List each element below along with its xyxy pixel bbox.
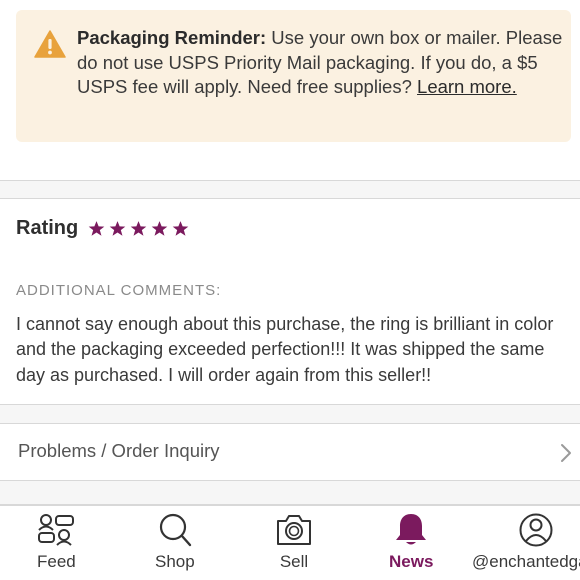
order-inquiry-label: Problems / Order Inquiry: [18, 440, 220, 461]
star-icon: [88, 220, 105, 236]
feed-icon: [38, 514, 75, 546]
star-icon: [130, 220, 147, 236]
tab-profile[interactable]: @enchantedgalri: [472, 512, 580, 572]
tab-sell-label: Sell: [279, 552, 309, 571]
comments-text: I cannot say enough about this purchase,…: [16, 314, 554, 385]
star-icon: [151, 220, 168, 236]
rating-stars: [88, 220, 189, 237]
section-divider: [0, 404, 580, 424]
packaging-reminder: Packaging Reminder: Use your own box or …: [16, 10, 571, 142]
tab-shop[interactable]: Shop: [155, 512, 195, 572]
chevron-right-icon: [561, 444, 571, 462]
tab-feed[interactable]: Feed: [37, 512, 76, 572]
bottom-tab-bar: Feed Shop Sell News @enchantedgalri: [0, 505, 580, 580]
rating-row: Rating: [16, 214, 189, 242]
rating-label: Rating: [16, 216, 79, 239]
reminder-title: Packaging Reminder:: [77, 27, 267, 48]
tab-sell[interactable]: Sell: [275, 512, 313, 572]
section-divider: [0, 481, 580, 505]
star-icon: [109, 220, 126, 236]
camera-icon: [277, 515, 311, 545]
learn-more-link[interactable]: Learn more.: [417, 76, 517, 97]
tab-news-label: News: [389, 552, 434, 571]
tab-news[interactable]: News: [389, 512, 433, 572]
star-icon: [172, 220, 189, 236]
profile-icon: [519, 513, 553, 547]
warning-icon: [34, 30, 66, 58]
tab-feed-label: Feed: [37, 552, 76, 571]
search-icon: [159, 513, 192, 547]
tab-profile-label: @enchantedgalri: [472, 552, 580, 571]
order-inquiry-row[interactable]: Problems / Order Inquiry: [0, 424, 580, 481]
bell-icon: [396, 514, 427, 545]
tab-shop-label: Shop: [155, 552, 195, 571]
section-divider: [0, 180, 580, 199]
reminder-text: Packaging Reminder: Use your own box or …: [77, 26, 563, 100]
comments-title: ADDITIONAL COMMENTS:: [16, 282, 222, 299]
